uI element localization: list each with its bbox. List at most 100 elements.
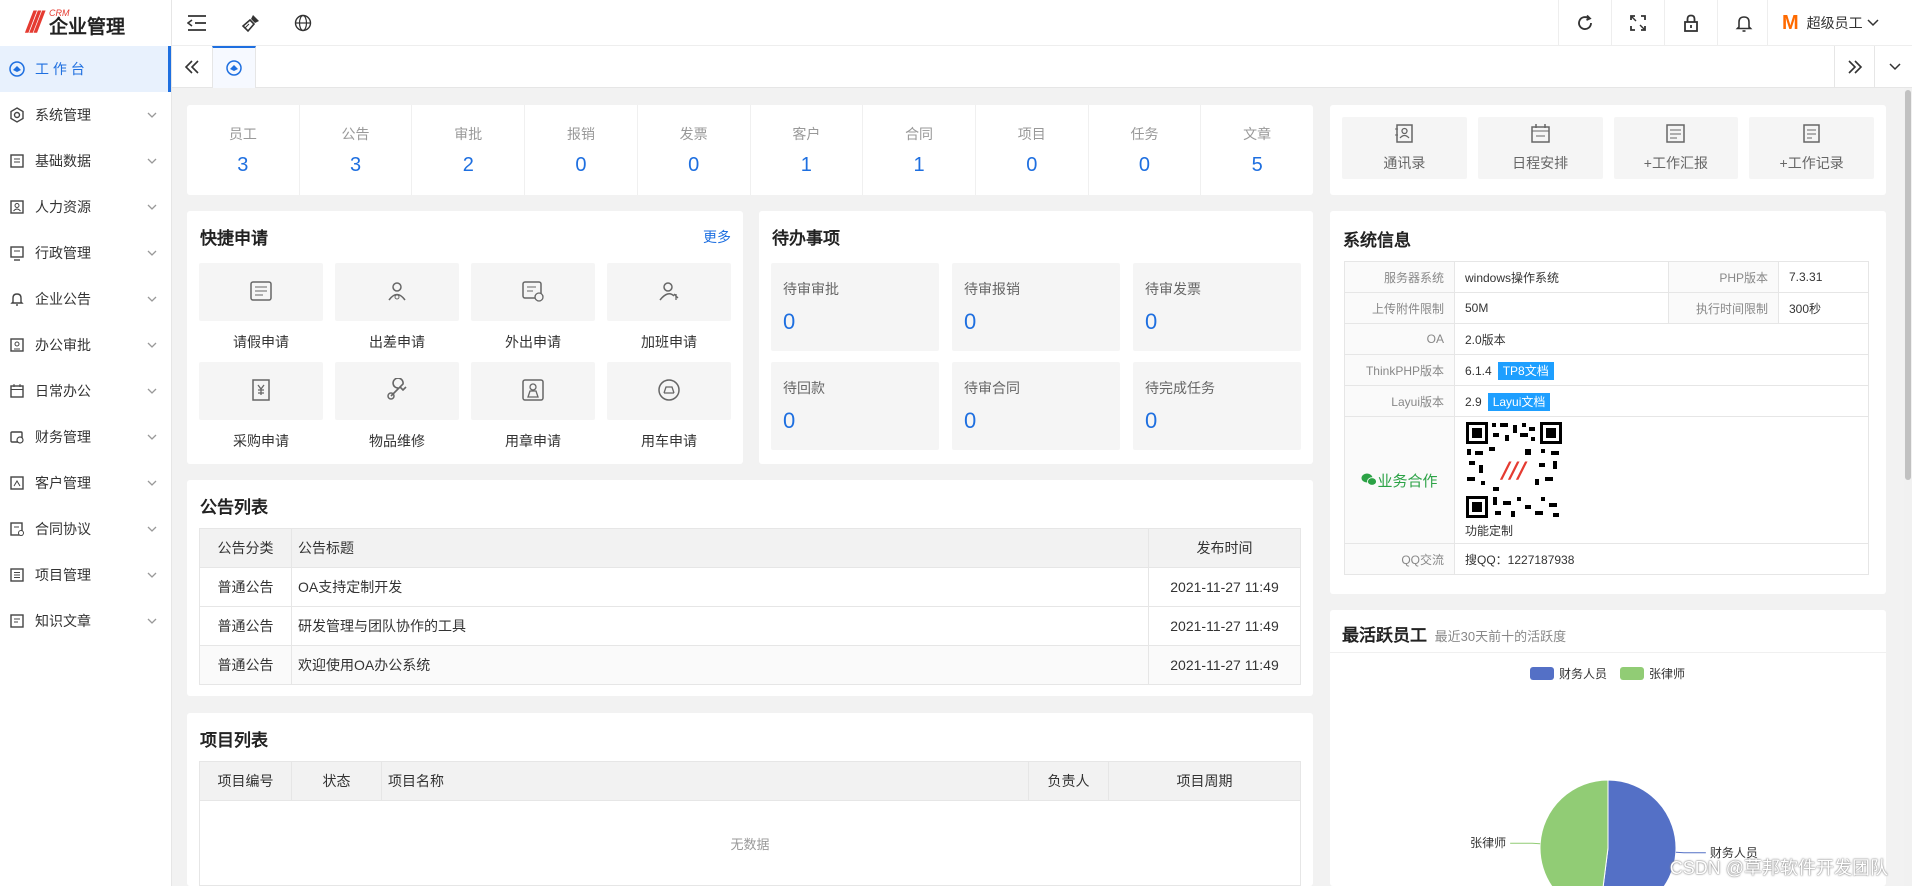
tab-scroll-left-icon[interactable] [172, 46, 212, 88]
project-list-panel: 项目列表 项目编号 状态 项目名称 负责人 项目周期 无数据 [187, 713, 1313, 886]
col-header-project-no: 项目编号 [199, 761, 292, 801]
calendar-icon [8, 382, 26, 400]
sidebar-item-system[interactable]: 系统管理 [0, 92, 171, 138]
legend-label[interactable]: 财务人员 [1559, 666, 1607, 681]
tab-scroll-right-icon[interactable] [1834, 46, 1874, 88]
shortcut-tile[interactable]: 日程安排 [1477, 117, 1603, 179]
sidebar-item-hr[interactable]: 人力资源 [0, 184, 171, 230]
pie-slice[interactable] [1599, 779, 1677, 886]
stat-card[interactable]: 公告 3 [300, 105, 413, 195]
sidebar-item-project[interactable]: 项目管理 [0, 552, 171, 598]
todo-card[interactable]: 待审审批 0 [771, 263, 939, 351]
quick-apply-tile[interactable] [335, 263, 459, 321]
refresh-icon[interactable] [1558, 0, 1611, 46]
menu-collapse-icon[interactable] [176, 0, 218, 46]
notice-title-link[interactable]: 欢迎使用OA办公系统 [291, 645, 1149, 685]
todo-value: 0 [783, 408, 796, 433]
article-icon [8, 612, 26, 630]
quick-apply-label: 外出申请 [505, 334, 561, 350]
stat-label: 文章 [1243, 125, 1272, 142]
app-logo[interactable]: /// CRM 企业管理 [0, 0, 171, 46]
shortcut-label: +工作记录 [1779, 155, 1844, 171]
lock-icon[interactable] [1664, 0, 1717, 46]
sidebar-item-label: 日常办公 [35, 383, 91, 399]
project-icon [8, 566, 26, 584]
scrollbar-thumb[interactable] [1905, 90, 1911, 480]
stat-card[interactable]: 合同 1 [863, 105, 976, 195]
table-row[interactable]: 普通公告 欢迎使用OA办公系统 2021-11-27 11:49 [199, 645, 1301, 685]
table-row[interactable]: 普通公告 OA支持定制开发 2021-11-27 11:49 [199, 567, 1301, 607]
stat-card[interactable]: 审批 2 [412, 105, 526, 195]
legend-label[interactable]: 张律师 [1649, 667, 1685, 681]
qq-label: QQ交流 [1344, 543, 1455, 575]
user-avatar: M [1782, 11, 1799, 34]
shortcut-tile[interactable]: +工作记录 [1749, 117, 1874, 179]
globe-icon[interactable] [282, 0, 324, 46]
sidebar-item-approval[interactable]: 办公审批 [0, 322, 171, 368]
tab-bar [172, 46, 1912, 88]
sidebar-item-daily[interactable]: 日常办公 [0, 368, 171, 414]
layui-docs-link[interactable]: Layui文档 [1487, 392, 1551, 411]
stat-label: 审批 [454, 125, 483, 142]
quick-apply-item[interactable]: 采购申请 [199, 362, 323, 461]
stat-card[interactable]: 员工 3 [187, 105, 300, 195]
shortcut-tile[interactable]: +工作汇报 [1613, 117, 1739, 179]
fullscreen-icon[interactable] [1611, 0, 1664, 46]
pie-slice[interactable] [1539, 779, 1609, 886]
quick-apply-item[interactable]: 物品维修 [335, 362, 459, 461]
quick-apply-tile[interactable] [199, 263, 323, 321]
legend-swatch[interactable] [1530, 667, 1554, 680]
quick-apply-tile[interactable] [199, 362, 323, 420]
sidebar-item-notice[interactable]: 企业公告 [0, 276, 171, 322]
stat-card[interactable]: 发票 0 [638, 105, 751, 195]
business-label: 业务合作 [1377, 472, 1438, 490]
todo-card[interactable]: 待审发票 0 [1133, 263, 1301, 351]
quick-apply-item[interactable]: 加班申请 [607, 263, 731, 362]
clear-cache-icon[interactable] [230, 0, 272, 46]
active-staff-title: 最活跃员工 [1342, 626, 1427, 645]
sidebar-item-customer[interactable]: 客户管理 [0, 460, 171, 506]
tp-docs-link[interactable]: TP8文档 [1497, 361, 1554, 380]
shortcut-tile[interactable]: 通讯录 [1342, 117, 1467, 179]
legend-swatch[interactable] [1620, 667, 1644, 680]
sidebar-item-basedata[interactable]: 基础数据 [0, 138, 171, 184]
tab-options-dropdown-icon[interactable] [1874, 46, 1912, 88]
quick-apply-item[interactable]: 外出申请 [471, 263, 595, 362]
todo-card[interactable]: 待完成任务 0 [1133, 362, 1301, 450]
notification-bell-icon[interactable] [1717, 0, 1770, 46]
user-menu[interactable]: M 超级员工 [1767, 0, 1912, 46]
sidebar-item-contract[interactable]: 合同协议 [0, 506, 171, 552]
stat-card[interactable]: 文章 5 [1201, 105, 1313, 195]
stats-panel: 员工 3 公告 3 审批 2 报销 0 发票 0 客户 1 合同 1 项目 0 任务 0 文章 5 [187, 105, 1313, 195]
stat-card[interactable]: 客户 1 [751, 105, 864, 195]
todo-card[interactable]: 待审报销 0 [952, 263, 1120, 351]
quick-apply-tile[interactable] [607, 362, 731, 420]
quick-apply-tile[interactable] [471, 263, 595, 321]
notice-title-link[interactable]: OA支持定制开发 [291, 567, 1149, 607]
quick-apply-label: 请假申请 [233, 334, 289, 350]
todo-title: 待办事项 [772, 229, 840, 248]
sidebar-item-dashboard[interactable]: 工 作 台 [0, 46, 171, 92]
notice-title-link[interactable]: 研发管理与团队协作的工具 [291, 606, 1149, 646]
sidebar-item-article[interactable]: 知识文章 [0, 598, 171, 644]
quick-apply-tile[interactable] [471, 362, 595, 420]
sidebar-item-finance[interactable]: 财务管理 [0, 414, 171, 460]
quick-apply-tile[interactable] [335, 362, 459, 420]
more-link[interactable]: 更多 [703, 227, 731, 247]
tab-home[interactable] [212, 46, 256, 88]
todo-card[interactable]: 待回款 0 [771, 362, 939, 450]
stat-card[interactable]: 报销 0 [525, 105, 638, 195]
todo-card[interactable]: 待审合同 0 [952, 362, 1120, 450]
sidebar-item-admin[interactable]: 行政管理 [0, 230, 171, 276]
stat-card[interactable]: 项目 0 [976, 105, 1089, 195]
quick-apply-item[interactable]: 请假申请 [199, 263, 323, 362]
quick-apply-item[interactable]: 出差申请 [335, 263, 459, 362]
stat-card[interactable]: 任务 0 [1089, 105, 1202, 195]
finance-icon [8, 428, 26, 446]
table-row[interactable]: 普通公告 研发管理与团队协作的工具 2021-11-27 11:49 [199, 606, 1301, 646]
quick-apply-item[interactable]: 用章申请 [471, 362, 595, 461]
chevron-down-icon [147, 245, 157, 261]
quick-apply-tile[interactable] [607, 263, 731, 321]
quick-apply-item[interactable]: 用车申请 [607, 362, 731, 461]
qr-caption: 功能定制 [1465, 524, 1514, 538]
